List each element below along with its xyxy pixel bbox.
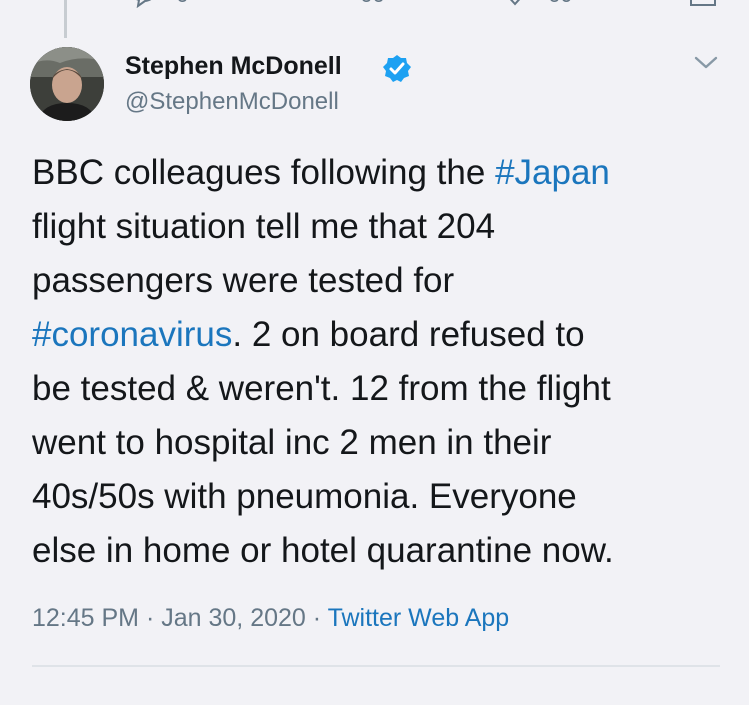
text-segment: else in home or hotel quarantine now. bbox=[32, 531, 614, 570]
tweet-line: be tested & weren't. 12 from the flight bbox=[32, 362, 732, 416]
tweet-time[interactable]: 12:45 PM bbox=[32, 604, 139, 632]
meta-separator: · bbox=[312, 604, 322, 632]
tweet-line: went to hospital inc 2 men in their bbox=[32, 416, 732, 470]
author-handle[interactable]: @StephenMcDonell bbox=[125, 88, 339, 116]
tweet-line: flight situation tell me that 204 bbox=[32, 200, 732, 254]
tweet-line: BBC colleagues following the #Japan bbox=[32, 146, 732, 200]
text-segment: be tested & weren't. 12 from the flight bbox=[32, 369, 611, 408]
tweet-metadata: 12:45 PM · Jan 30, 2020 · Twitter Web Ap… bbox=[32, 604, 509, 633]
reply-count: 6 bbox=[176, 0, 188, 8]
share-icon[interactable] bbox=[688, 0, 718, 8]
tweet-line: else in home or hotel quarantine now. bbox=[32, 524, 732, 578]
divider bbox=[32, 665, 720, 667]
hashtag-link[interactable]: #coronavirus bbox=[32, 315, 232, 354]
text-segment: passengers were tested for bbox=[32, 261, 455, 300]
heart-icon[interactable] bbox=[500, 0, 530, 8]
tweet-source-link[interactable]: Twitter Web App bbox=[328, 604, 510, 632]
chevron-down-icon[interactable] bbox=[693, 52, 719, 74]
text-segment: went to hospital inc 2 men in their bbox=[32, 423, 552, 462]
tweet-line: 40s/50s with pneumonia. Everyone bbox=[32, 470, 732, 524]
tweet-line: #coronavirus. 2 on board refused to bbox=[32, 308, 732, 362]
hashtag-link[interactable]: #Japan bbox=[495, 153, 610, 192]
text-segment: 40s/50s with pneumonia. Everyone bbox=[32, 477, 577, 516]
tweet-line: passengers were tested for bbox=[32, 254, 732, 308]
like-count: 60 bbox=[548, 0, 572, 8]
text-segment: flight situation tell me that 204 bbox=[32, 207, 496, 246]
meta-separator: · bbox=[145, 604, 155, 632]
tweet-text: BBC colleagues following the #Japan flig… bbox=[32, 146, 732, 578]
retweet-count: 66 bbox=[360, 0, 384, 8]
text-segment: BBC colleagues following the bbox=[32, 153, 496, 192]
thread-connector-line bbox=[64, 0, 67, 38]
text-segment: . 2 on board refused to bbox=[232, 315, 585, 354]
avatar[interactable] bbox=[30, 47, 104, 121]
tweet-date[interactable]: Jan 30, 2020 bbox=[161, 604, 306, 632]
reply-icon[interactable] bbox=[128, 0, 158, 9]
verified-badge-icon bbox=[382, 54, 412, 84]
retweet-icon[interactable] bbox=[315, 0, 345, 8]
author-display-name[interactable]: Stephen McDonell bbox=[125, 52, 342, 81]
